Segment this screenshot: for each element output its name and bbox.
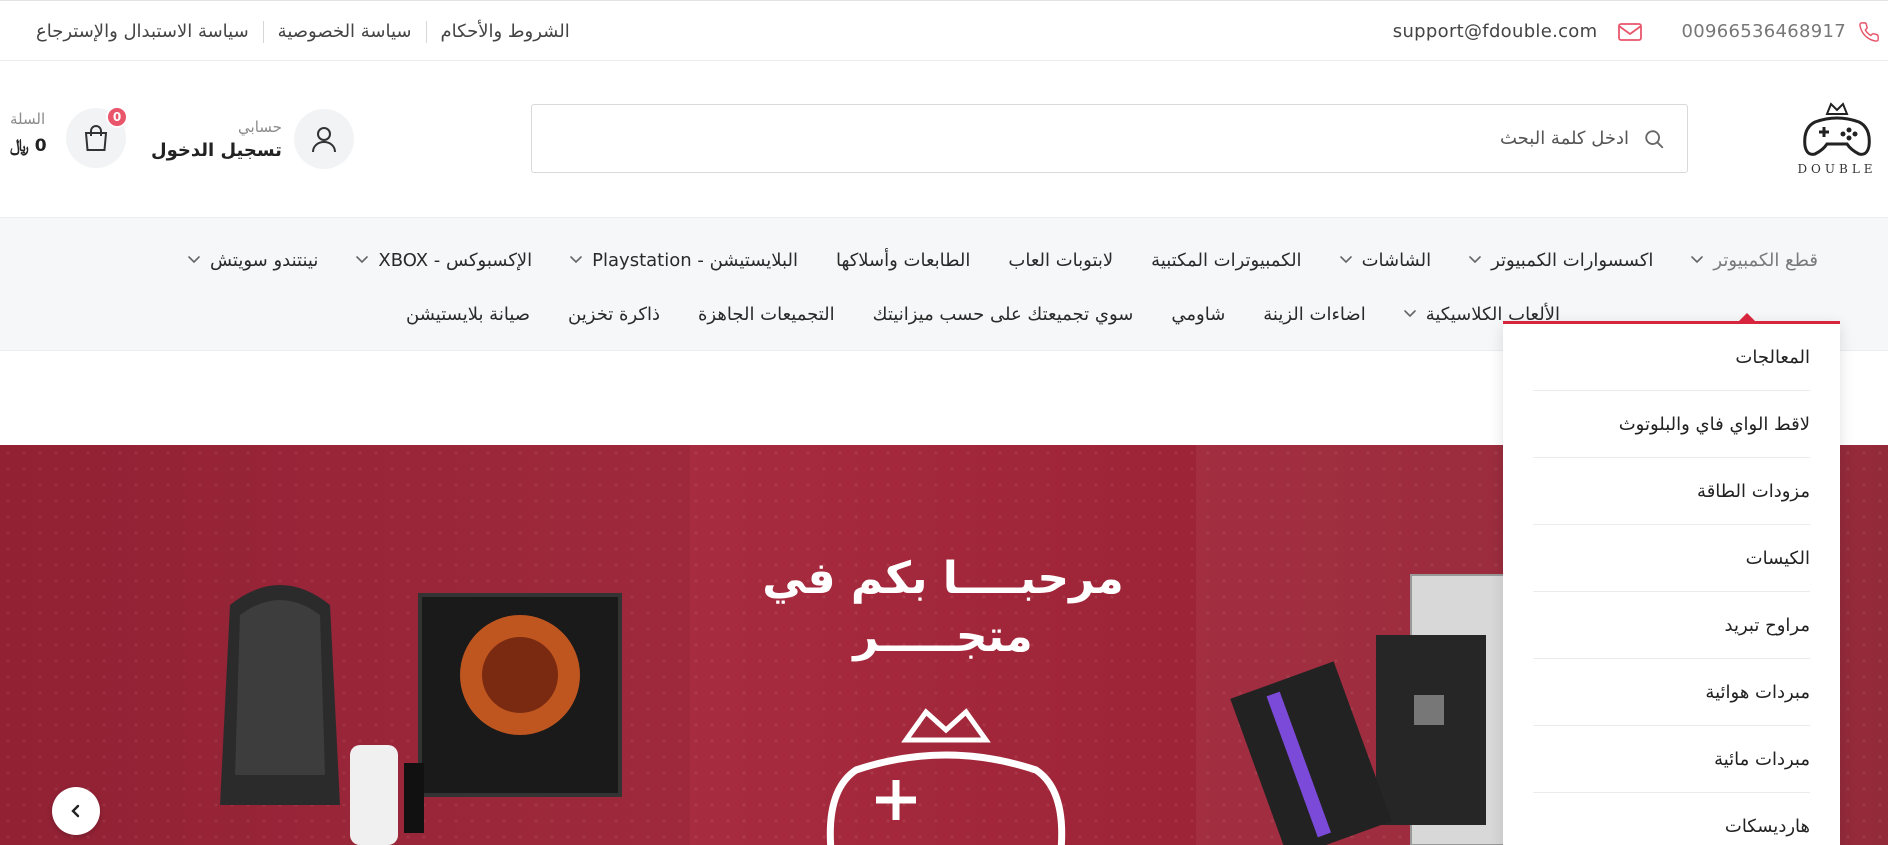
nav-item-label: قطع الكمبيوتر [1713, 249, 1818, 271]
site-logo[interactable]: DOUBLE [1796, 100, 1878, 180]
nav-item-label: الإكسبوكس - XBOX [378, 249, 533, 271]
cart-label: السلة [10, 110, 46, 128]
nav-row-1: قطع الكمبيوتر اكسسوارات الكمبيوتر الشاشات ا… [150, 240, 1818, 280]
top-bar: 00966536468917 support@fdouble.com الشرو… [0, 0, 1888, 61]
nav-item-label: اضاءات الزينة [1263, 303, 1366, 325]
hero-title-line-2: متجـــــر [853, 611, 1033, 662]
chevron-down-icon [1469, 256, 1481, 264]
logo-text: DOUBLE [1797, 162, 1877, 176]
nav-item-label: ذاكرة تخزين [568, 303, 660, 325]
nav-item[interactable]: سوي تجميعتك على حسب ميزانيتك [873, 304, 1134, 325]
policy-links: الشروط والأحكام سياسة الخصوصية سياسة الا… [22, 1, 584, 62]
nav-item-label: نينتندو سويتش [209, 249, 319, 271]
login-link[interactable]: تسجيل الدخول [151, 140, 282, 161]
hero-gamepad-logo [826, 708, 1066, 845]
nav-item-label: الكمبيوترات المكتبية [1151, 249, 1302, 271]
shopping-bag-icon [84, 125, 108, 151]
privacy-link[interactable]: سياسة الخصوصية [264, 21, 426, 42]
nav-item-label: سوي تجميعتك على حسب ميزانيتك [872, 303, 1134, 325]
terms-link[interactable]: الشروط والأحكام [427, 21, 584, 42]
gamepad-crown-icon [1803, 102, 1871, 156]
nav-item[interactable]: لابتوبات العاب [1008, 250, 1113, 271]
contact-info: 00966536468917 support@fdouble.com [1393, 1, 1888, 62]
chevron-down-icon [1339, 256, 1352, 264]
account-menu[interactable]: حسابي تسجيل الدخول [151, 108, 354, 170]
nav-item-label: اكسسوارات الكمبيوتر [1491, 249, 1654, 271]
account-text: حسابي تسجيل الدخول [151, 118, 282, 161]
divider [425, 20, 427, 43]
search-bar [531, 104, 1688, 173]
mail-icon [1617, 21, 1643, 43]
dropdown-item[interactable]: مبردات هوائية [1533, 659, 1810, 726]
nav-item-label: صيانة بلايستيشن [406, 303, 531, 325]
account-label: حسابي [238, 117, 282, 136]
search-input[interactable] [579, 105, 1629, 172]
dropdown-list: المعالجات لاقط الواي فاي والبلوتوث مزودات … [1503, 324, 1840, 845]
dropdown-item[interactable]: مبردات مائية [1533, 726, 1810, 793]
cart-total: 0 ﷼ [10, 136, 47, 156]
user-icon[interactable] [293, 109, 354, 169]
cart-info: السلة 0 ﷼ [10, 110, 56, 156]
nav-item[interactable]: ذاكرة تخزين [568, 304, 660, 325]
returns-policy-link[interactable]: سياسة الاستبدال والإسترجاع [22, 21, 263, 42]
dropdown-item[interactable]: هارديسكات [1533, 793, 1810, 845]
dropdown-arrow [1739, 313, 1755, 321]
chevron-down-icon [1403, 310, 1416, 318]
hero-title: مرحبــــا بكم في متجـــــر [690, 550, 1196, 666]
cart-button[interactable]: 0 [66, 106, 128, 168]
nav-item-label: البلايستيشن - Playstation [592, 249, 798, 271]
nav-item[interactable]: الطابعات وأسلاكها [836, 250, 970, 271]
nav-item[interactable]: التجميعات الجاهزة [698, 304, 835, 325]
dropdown-item[interactable]: لاقط الواي فاي والبلوتوث [1533, 391, 1810, 458]
hero-title-line-1: مرحبــــا بكم في [762, 553, 1124, 604]
nav-item[interactable]: البلايستيشن - Playstation [570, 250, 798, 271]
nav-item-label: الشاشات [1361, 249, 1432, 271]
chevron-down-icon [1691, 256, 1704, 264]
chevron-down-icon [570, 256, 582, 264]
nav-item-label: التجميعات الجاهزة [698, 303, 835, 325]
dropdown-item[interactable]: المعالجات [1533, 324, 1810, 391]
nav-item[interactable]: شاومي [1171, 304, 1225, 325]
support-email[interactable]: support@fdouble.com [1393, 21, 1598, 42]
nav-item-label: شاومي [1171, 303, 1226, 325]
phone-number[interactable]: 00966536468917 [1681, 21, 1846, 42]
nav-item[interactable]: اضاءات الزينة [1263, 304, 1365, 325]
nav-item[interactable]: صيانة بلايستيشن [406, 304, 530, 325]
dropdown-item[interactable]: مزودات الطاقة [1533, 458, 1810, 525]
dropdown-item[interactable]: الكيسات [1533, 525, 1810, 592]
cart-count-badge: 0 [106, 106, 128, 128]
nav-item[interactable]: اكسسوارات الكمبيوتر [1469, 250, 1653, 271]
phone-icon [1854, 21, 1884, 43]
divider [262, 20, 264, 43]
nav-item[interactable]: الكمبيوترات المكتبية [1151, 250, 1301, 271]
chevron-down-icon [188, 256, 200, 264]
nav-item-label: الطابعات وأسلاكها [835, 249, 971, 271]
chevron-down-icon [356, 256, 369, 264]
nav-item[interactable]: الإكسبوكس - XBOX [356, 250, 532, 271]
nav-item[interactable]: نينتندو سويتش [188, 250, 318, 271]
computer-parts-dropdown: المعالجات لاقط الواي فاي والبلوتوث مزودات … [1503, 313, 1840, 845]
carousel-prev-button[interactable] [52, 787, 100, 835]
search-icon[interactable] [1643, 128, 1665, 154]
nav-item-label: لابتوبات العاب [1008, 249, 1114, 271]
chevron-left-icon [71, 804, 80, 818]
nav-item[interactable]: الشاشات [1339, 249, 1432, 271]
nav-row-2: الألعاب الكلاسيكية اضاءات الزينة شاومي سوي … [368, 294, 1560, 334]
dropdown-item[interactable]: مراوح تبريد [1533, 592, 1810, 659]
hero-gaming-setup-image [0, 445, 690, 845]
nav-item[interactable]: قطع الكمبيوتر [1691, 250, 1818, 271]
